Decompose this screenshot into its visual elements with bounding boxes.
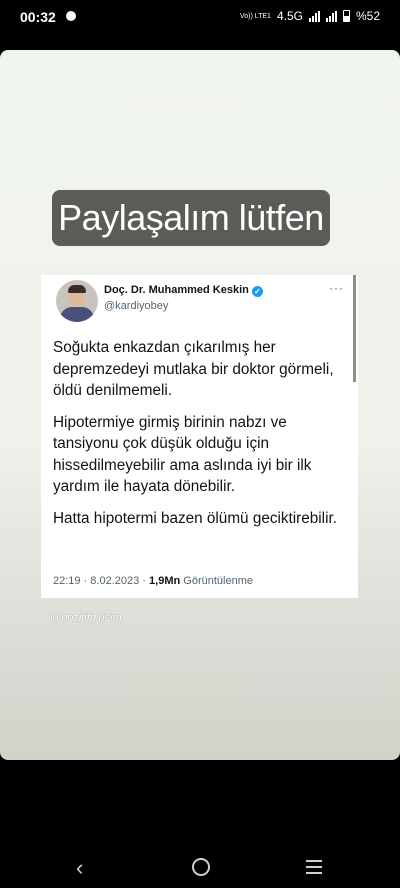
status-right: Vo)) LTE1 4.5G %52: [240, 9, 380, 23]
home-icon[interactable]: [192, 858, 210, 876]
notification-icon: [66, 11, 76, 21]
caption-box: Paylaşalım lütfen: [52, 190, 330, 246]
views-count: 1,9Mn: [149, 575, 181, 587]
status-time: 00:32: [20, 9, 56, 25]
tweet-timestamp: 22:19 · 8.02.2023 ·: [53, 575, 146, 587]
recent-apps-icon[interactable]: [306, 860, 322, 878]
views-label: Görüntülenme: [183, 575, 253, 587]
signal-icon: [325, 10, 337, 22]
network-label: 4.5G: [276, 9, 303, 23]
back-icon[interactable]: ‹: [76, 855, 83, 881]
scrollbar: [353, 275, 356, 382]
avatar: [56, 280, 98, 322]
watermark: @pozitifgirisim: [50, 612, 122, 624]
tweet-paragraph: Soğukta enkazdan çıkarılmış her depremze…: [53, 339, 334, 399]
author-handle: @kardiyobey: [104, 300, 169, 312]
navigation-bar: ‹: [0, 848, 400, 888]
author-name: Doç. Dr. Muhammed Keskin ✓: [104, 284, 263, 297]
verified-badge-icon: ✓: [251, 286, 263, 297]
signal-icon: [308, 10, 320, 22]
caption-text: Paylaşalım lütfen: [58, 197, 324, 238]
battery-icon: [342, 10, 350, 22]
tweet-card: Doç. Dr. Muhammed Keskin ✓ @kardiyobey ··…: [41, 275, 358, 598]
tweet-meta: 22:19 · 8.02.2023 · 1,9Mn Görüntülenme: [53, 575, 253, 587]
status-bar: 00:32 Vo)) LTE1 4.5G %52: [0, 0, 400, 34]
story-view[interactable]: Paylaşalım lütfen Doç. Dr. Muhammed Kesk…: [0, 50, 400, 760]
more-options-icon: ···: [329, 281, 344, 295]
tweet-text: Soğukta enkazdan çıkarılmış her depremze…: [53, 337, 349, 539]
tweet-paragraph: Hipotermiye girmiş birinin nabzı ve tans…: [53, 413, 312, 496]
author-name-text: Doç. Dr. Muhammed Keskin: [104, 284, 249, 296]
volte-label: Vo)) LTE1: [239, 12, 271, 20]
battery-level: %52: [355, 9, 380, 23]
tweet-paragraph: Hatta hipotermi bazen ölümü geciktirebil…: [53, 509, 337, 527]
